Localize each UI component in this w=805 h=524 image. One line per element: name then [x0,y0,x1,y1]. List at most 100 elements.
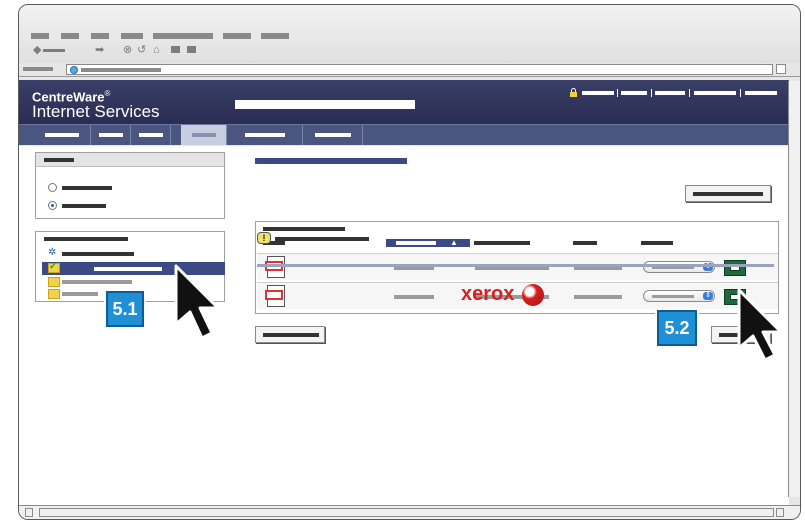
panel-header [36,153,224,167]
radio-option-selected[interactable] [48,201,57,210]
cursor-pointer-icon [737,288,783,362]
go-button[interactable] [724,260,746,276]
hint-text [275,237,369,241]
tab[interactable] [303,125,363,145]
header-separator [651,89,652,97]
panel-title [44,237,128,241]
tab-label [244,133,285,137]
column-header[interactable] [641,241,673,245]
menu-item[interactable] [223,33,251,39]
chevron-down-icon: ⇕ [703,292,713,300]
top-action-button[interactable] [685,185,771,202]
tree-item-label[interactable] [62,292,98,296]
page-heading [255,158,407,164]
tree-item-label[interactable] [62,252,134,256]
device-title [235,100,415,109]
step-badge-5-1: 5.1 [106,291,144,327]
new-folder-icon[interactable]: ✲ [48,248,56,258]
column-header-label [396,241,436,245]
select-value [652,295,694,298]
menu-item[interactable] [91,33,109,39]
table-row[interactable]: ⇕ [257,282,778,309]
address-label [23,67,53,71]
document-icon [265,285,285,307]
radio-option[interactable] [48,183,57,192]
folder-icon[interactable] [48,289,60,299]
tab[interactable] [33,125,91,145]
column-header[interactable] [573,241,597,245]
tree-item-selected-label [94,267,162,271]
button-label [263,333,319,337]
tab-bar [19,124,789,145]
tab[interactable] [131,125,171,145]
vertical-scrollbar[interactable] [788,81,800,497]
scroll-left-button[interactable] [25,508,33,517]
tab-active[interactable] [181,125,227,145]
panel-title [44,158,74,162]
menu-item[interactable] [121,33,143,39]
tree-item-label[interactable] [62,280,132,284]
bookmark-icon[interactable] [171,46,180,53]
brand-subtitle: Internet Services [32,102,160,121]
header-link-login[interactable] [582,91,614,95]
tab[interactable] [227,125,303,145]
arrow-right-icon[interactable]: ➡ [95,45,104,56]
step-badge-5-2: 5.2 [657,310,697,346]
jobs-table: ▲ ⇕ [255,221,779,314]
header-link[interactable] [621,91,647,95]
table-cell [394,295,434,299]
column-header[interactable] [474,241,530,245]
radio-label [62,204,106,208]
document-icon [265,256,285,278]
info-icon: ! [257,232,271,244]
stop-icon[interactable]: ⊗ [123,45,132,56]
header-link[interactable] [655,91,685,95]
header-separator [689,89,690,97]
scroll-right-button[interactable] [776,508,784,517]
window-resize-button[interactable] [776,64,786,74]
menu-item[interactable] [61,33,79,39]
home-icon[interactable]: ⌂ [153,45,160,56]
tab-label [44,133,79,137]
address-field[interactable] [66,64,773,75]
sort-ascending-icon: ▲ [450,238,458,247]
reload-icon[interactable]: ↺ [137,45,146,56]
back-button-label[interactable] [43,49,65,52]
folder-icon[interactable] [48,277,60,287]
address-url [81,68,161,72]
bottom-left-button[interactable] [255,326,325,343]
print-icon[interactable] [187,46,196,53]
table-title [263,227,345,231]
header-separator [740,89,741,97]
action-select[interactable]: ⇕ [643,261,715,273]
tab-label [138,133,163,137]
table-cell [574,295,622,299]
tab-label [191,133,216,137]
footer-divider [257,264,774,267]
page-header: CentreWare® Internet Services [19,80,789,124]
tab[interactable] [91,125,131,145]
brand-registered-mark: ® [104,89,111,98]
view-options-panel [35,152,225,219]
tab-label [98,133,123,137]
xerox-logo-sphere [522,284,544,306]
browser-window: ◆ ➡ ⊗ ↺ ⌂ CentreWare® Internet Services [18,4,801,520]
action-select[interactable]: ⇕ [643,290,715,302]
horizontal-scrollbar[interactable] [19,505,800,519]
tab-label [314,133,351,137]
menu-item[interactable] [261,33,289,39]
arrow-left-icon[interactable]: ◆ [33,45,41,56]
button-label [693,192,763,196]
menu-item[interactable] [31,33,49,39]
header-link[interactable] [745,91,777,95]
header-link[interactable] [694,91,736,95]
header-separator [617,89,618,97]
scroll-track[interactable] [39,508,774,517]
address-bar-row [19,63,800,77]
browser-chrome: ◆ ➡ ⊗ ↺ ⌂ [19,5,800,63]
column-header-sorted[interactable]: ▲ [386,238,470,247]
xerox-logo: xerox [461,283,515,305]
checkmark-icon: ✓ [49,261,58,272]
menu-item[interactable] [153,33,213,39]
cursor-pointer-icon [174,264,220,340]
